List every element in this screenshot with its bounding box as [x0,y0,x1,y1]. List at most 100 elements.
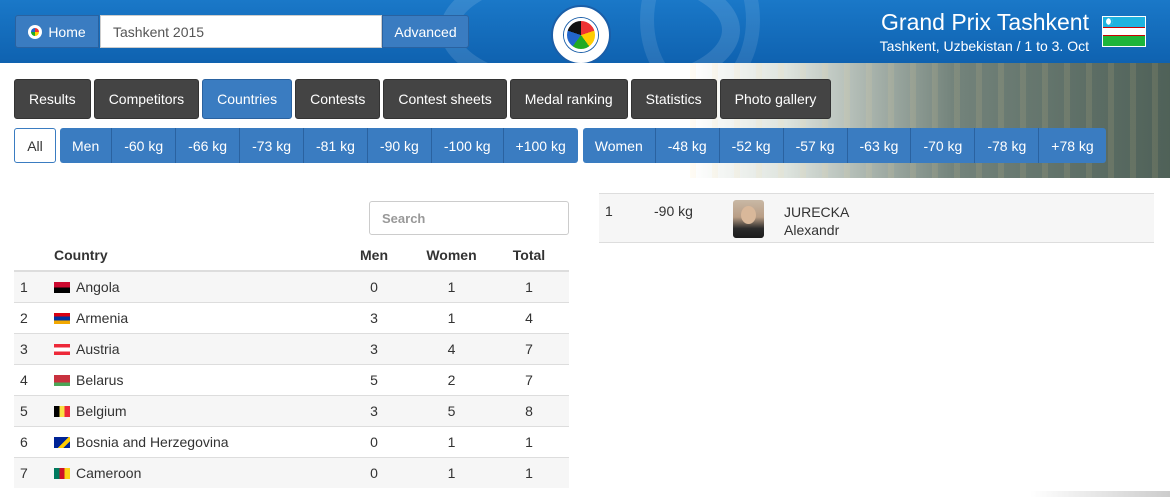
women-weight-button[interactable]: -63 kg [846,128,911,163]
country-name: Cameroon [76,464,142,481]
competitor-name[interactable]: JURECKA Alexandr [784,203,849,239]
table-row[interactable]: 3 Austria 3 4 7 [14,332,569,364]
men-weight-button[interactable]: -73 kg [239,128,303,163]
women-count: 2 [414,363,489,395]
country-cell[interactable]: Bosnia and Herzegovina [54,425,334,457]
competitor-first-name: Alexandr [784,222,840,238]
total-count: 7 [489,363,569,395]
total-count: 1 [489,425,569,457]
country-cell[interactable]: Angola [54,270,334,302]
country-name: Belgium [76,402,127,419]
header-decoration [640,0,760,63]
table-row[interactable]: 7 Cameroon 0 1 1 [14,456,569,488]
total-count: 8 [489,394,569,426]
country-cell[interactable]: Belgium [54,394,334,426]
competitor-last-name: JURECKA [784,204,850,220]
filter-all-button[interactable]: All [14,128,56,163]
rank-cell: 3 [14,332,54,364]
country-search-input[interactable] [369,201,569,235]
rank-cell: 2 [14,301,54,333]
event-title: Grand Prix Tashkent [881,9,1089,35]
country-flag-icon [54,374,70,386]
ijf-logo-icon[interactable] [551,5,611,63]
men-weight-button[interactable]: +100 kg [502,128,578,163]
tab-competitors[interactable]: Competitors [93,79,200,119]
table-row[interactable]: 6 Bosnia and Herzegovina 0 1 1 [14,425,569,457]
men-weight-button[interactable]: -81 kg [303,128,367,163]
rank-cell: 1 [14,270,54,302]
advanced-button[interactable]: Advanced [382,15,469,48]
country-flag-icon [54,281,70,293]
women-header[interactable]: Women [414,240,489,272]
table-header-row: Country Men Women Total [14,240,569,272]
men-weight-button[interactable]: -66 kg [175,128,240,163]
country-name: Armenia [76,309,129,326]
women-weight-button[interactable]: +78 kg [1038,128,1106,163]
country-name: Angola [76,278,120,295]
judo-home-icon [28,24,43,39]
rank-cell: 4 [14,363,54,395]
women-count: 5 [414,394,489,426]
total-count: 4 [489,301,569,333]
men-count: 3 [334,332,414,364]
rank-cell: 7 [14,456,54,488]
country-flag-icon [54,467,70,479]
men-filter-group: Men -60 kg -66 kg -73 kg -81 kg -90 kg -100 kg… [60,128,578,163]
men-count: 5 [334,363,414,395]
men-count: 3 [334,301,414,333]
women-weight-button[interactable]: -70 kg [910,128,975,163]
men-count: 0 [334,456,414,488]
tab-medal-ranking[interactable]: Medal ranking [509,79,628,119]
women-weight-button[interactable]: -78 kg [974,128,1039,163]
weight-filter-bar: All Men -60 kg -66 kg -73 kg -81 kg -90 kg -10… [14,128,1111,163]
table-row[interactable]: 4 Belarus 5 2 7 [14,363,569,395]
uzbekistan-flag-icon [1102,16,1146,47]
country-name: Belarus [76,371,124,388]
country-cell[interactable]: Cameroon [54,456,334,488]
men-count: 0 [334,425,414,457]
countries-table: Country Men Women Total 1 Angola 0 1 1 2 Armen… [14,240,569,488]
table-row[interactable]: 5 Belgium 3 5 8 [14,394,569,426]
competitor-avatar[interactable] [733,200,764,238]
tab-countries[interactable]: Countries [202,79,293,119]
event-search-input[interactable] [100,15,382,48]
country-cell[interactable]: Belarus [54,363,334,395]
tab-results[interactable]: Results [14,79,91,119]
women-count: 1 [414,270,489,302]
table-row[interactable]: 1 Angola 0 1 1 [14,270,569,302]
country-name: Austria [76,340,120,357]
tab-contest-sheets[interactable]: Contest sheets [383,79,507,119]
women-weight-button[interactable]: -52 kg [718,128,783,163]
result-row[interactable]: 1 -90 kg JURECKA Alexandr [599,193,1154,243]
tab-contests[interactable]: Contests [295,79,381,119]
country-flag-icon [54,436,70,448]
total-count: 1 [489,270,569,302]
home-button[interactable]: Home [15,15,99,48]
men-weight-button[interactable]: -100 kg [430,128,503,163]
tab-photo-gallery[interactable]: Photo gallery [719,79,832,119]
country-header[interactable]: Country [54,240,334,272]
home-label: Home [48,23,86,40]
men-count: 3 [334,394,414,426]
men-weight-button[interactable]: -90 kg [366,128,431,163]
men-filter-button[interactable]: Men [60,128,112,163]
rank-header [14,240,54,272]
country-name: Bosnia and Herzegovina [76,433,229,450]
women-weight-button[interactable]: -57 kg [782,128,847,163]
women-filter-button[interactable]: Women [582,128,655,163]
tab-statistics[interactable]: Statistics [630,79,717,119]
country-cell[interactable]: Austria [54,332,334,364]
women-weight-button[interactable]: -48 kg [654,128,719,163]
event-subtitle: Tashkent, Uzbekistan / 1 to 3. Oct [879,38,1089,54]
women-filter-group: Women -48 kg -52 kg -57 kg -63 kg -70 kg -78 k… [582,128,1106,163]
women-count: 1 [414,456,489,488]
country-cell[interactable]: Armenia [54,301,334,333]
rank-cell: 5 [14,394,54,426]
scroll-shadow [1030,491,1170,497]
men-weight-button[interactable]: -60 kg [111,128,176,163]
table-row[interactable]: 2 Armenia 3 1 4 [14,301,569,333]
main-nav: Results Competitors Countries Contests Conte… [14,79,832,119]
country-flag-icon [54,405,70,417]
total-header[interactable]: Total [489,240,569,272]
men-header[interactable]: Men [334,240,414,272]
